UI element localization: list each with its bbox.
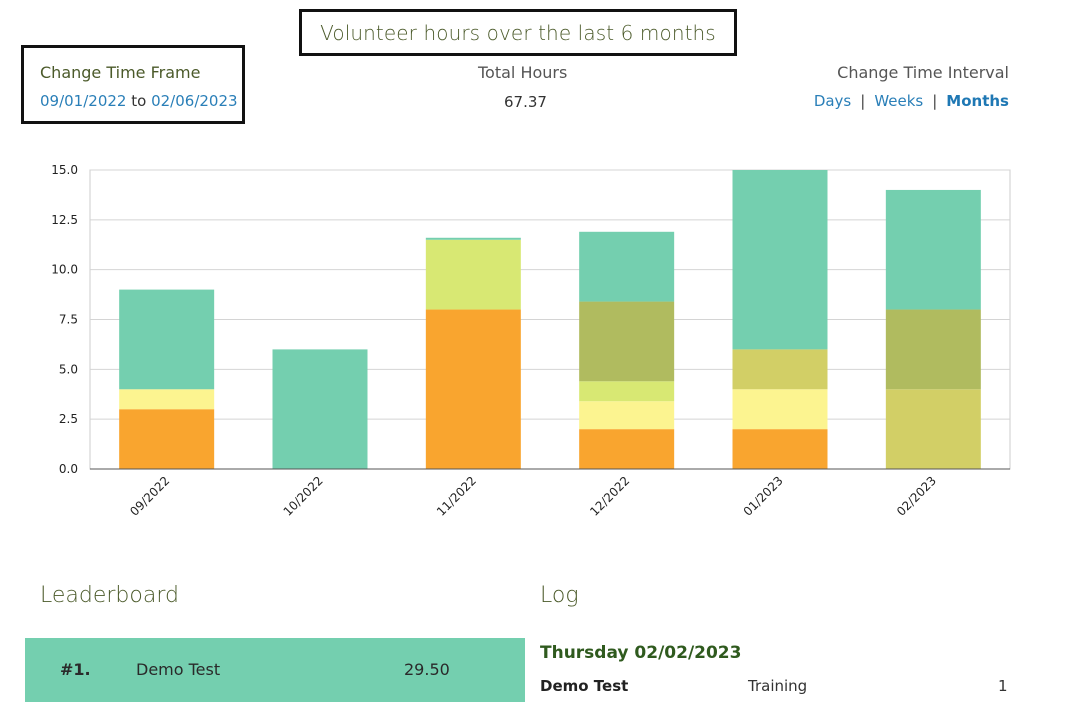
bar-segment <box>579 401 675 430</box>
time-frame-range: 09/01/2022 to 02/06/2023 <box>40 92 238 110</box>
y-tick-label: 2.5 <box>59 412 78 426</box>
interval-options: Days | Weeks | Months <box>814 92 1009 110</box>
log-entry-hours: 1 <box>998 677 1008 695</box>
interval-weeks-link[interactable]: Weeks <box>874 92 923 110</box>
chart-title-box: Volunteer hours over the last 6 months <box>299 9 737 56</box>
log-entry-activity: Training <box>748 677 808 695</box>
interval-days-link[interactable]: Days <box>814 92 851 110</box>
leaderboard-name: Demo Test <box>136 660 221 679</box>
interval-months-link[interactable]: Months <box>946 92 1009 110</box>
x-tick-label: 01/2023 <box>741 474 786 519</box>
log-entry-name: Demo Test <box>540 677 629 695</box>
y-tick-label: 0.0 <box>59 462 78 476</box>
y-tick-label: 10.0 <box>51 263 78 277</box>
bar-segment <box>732 429 828 469</box>
x-tick-label: 12/2022 <box>587 474 632 519</box>
hours-bar-chart: 0.0 2.5 5.0 7.5 10.0 12.5 15.0 09/2022 10/2022 11… <box>51 163 1011 519</box>
chart-title: Volunteer hours over the last 6 months <box>320 20 716 45</box>
bar-segment <box>425 309 521 469</box>
bar-segment <box>579 231 675 302</box>
interval-separator: | <box>860 92 866 110</box>
leaderboard-rank: #1. <box>60 660 91 679</box>
log-date-heading: Thursday 02/02/2023 <box>540 643 742 663</box>
total-hours-label: Total Hours <box>478 63 568 82</box>
x-tick-label: 02/2023 <box>894 474 939 519</box>
log-title: Log <box>540 583 579 608</box>
y-tick-label: 12.5 <box>51 213 78 227</box>
bar-segment <box>885 189 981 310</box>
y-tick-label: 5.0 <box>59 362 78 376</box>
bar-segment <box>119 389 215 410</box>
leaderboard-row[interactable] <box>25 638 525 702</box>
leaderboard-hours: 29.50 <box>404 660 450 679</box>
date-joiner: to <box>131 92 147 110</box>
y-tick-label: 7.5 <box>59 313 78 327</box>
bar-segment <box>732 170 828 350</box>
bar-segment <box>119 409 215 469</box>
leaderboard-title: Leaderboard <box>40 583 179 608</box>
end-date-link[interactable]: 02/06/2023 <box>151 92 237 110</box>
change-time-frame-label: Change Time Frame <box>40 63 201 82</box>
bar-segment <box>425 239 521 310</box>
x-tick-label: 10/2022 <box>281 474 326 519</box>
bar-segment <box>885 309 981 390</box>
bar-segment <box>119 289 215 390</box>
bar-segment <box>732 349 828 390</box>
start-date-link[interactable]: 09/01/2022 <box>40 92 126 110</box>
bar-segment <box>579 381 675 402</box>
bar-segment <box>579 429 675 469</box>
change-time-interval-label: Change Time Interval <box>837 63 1009 82</box>
x-tick-label: 11/2022 <box>434 474 479 519</box>
total-hours-value: 67.37 <box>504 93 547 111</box>
y-tick-label: 15.0 <box>51 163 78 177</box>
x-tick-label: 09/2022 <box>127 474 172 519</box>
bar-segment <box>885 389 981 469</box>
time-frame-highlight-box <box>21 45 245 124</box>
bar-segment <box>732 389 828 430</box>
interval-separator: | <box>932 92 938 110</box>
bar-segment <box>272 349 368 469</box>
bar-segment <box>425 237 521 240</box>
bar-segment <box>579 301 675 382</box>
